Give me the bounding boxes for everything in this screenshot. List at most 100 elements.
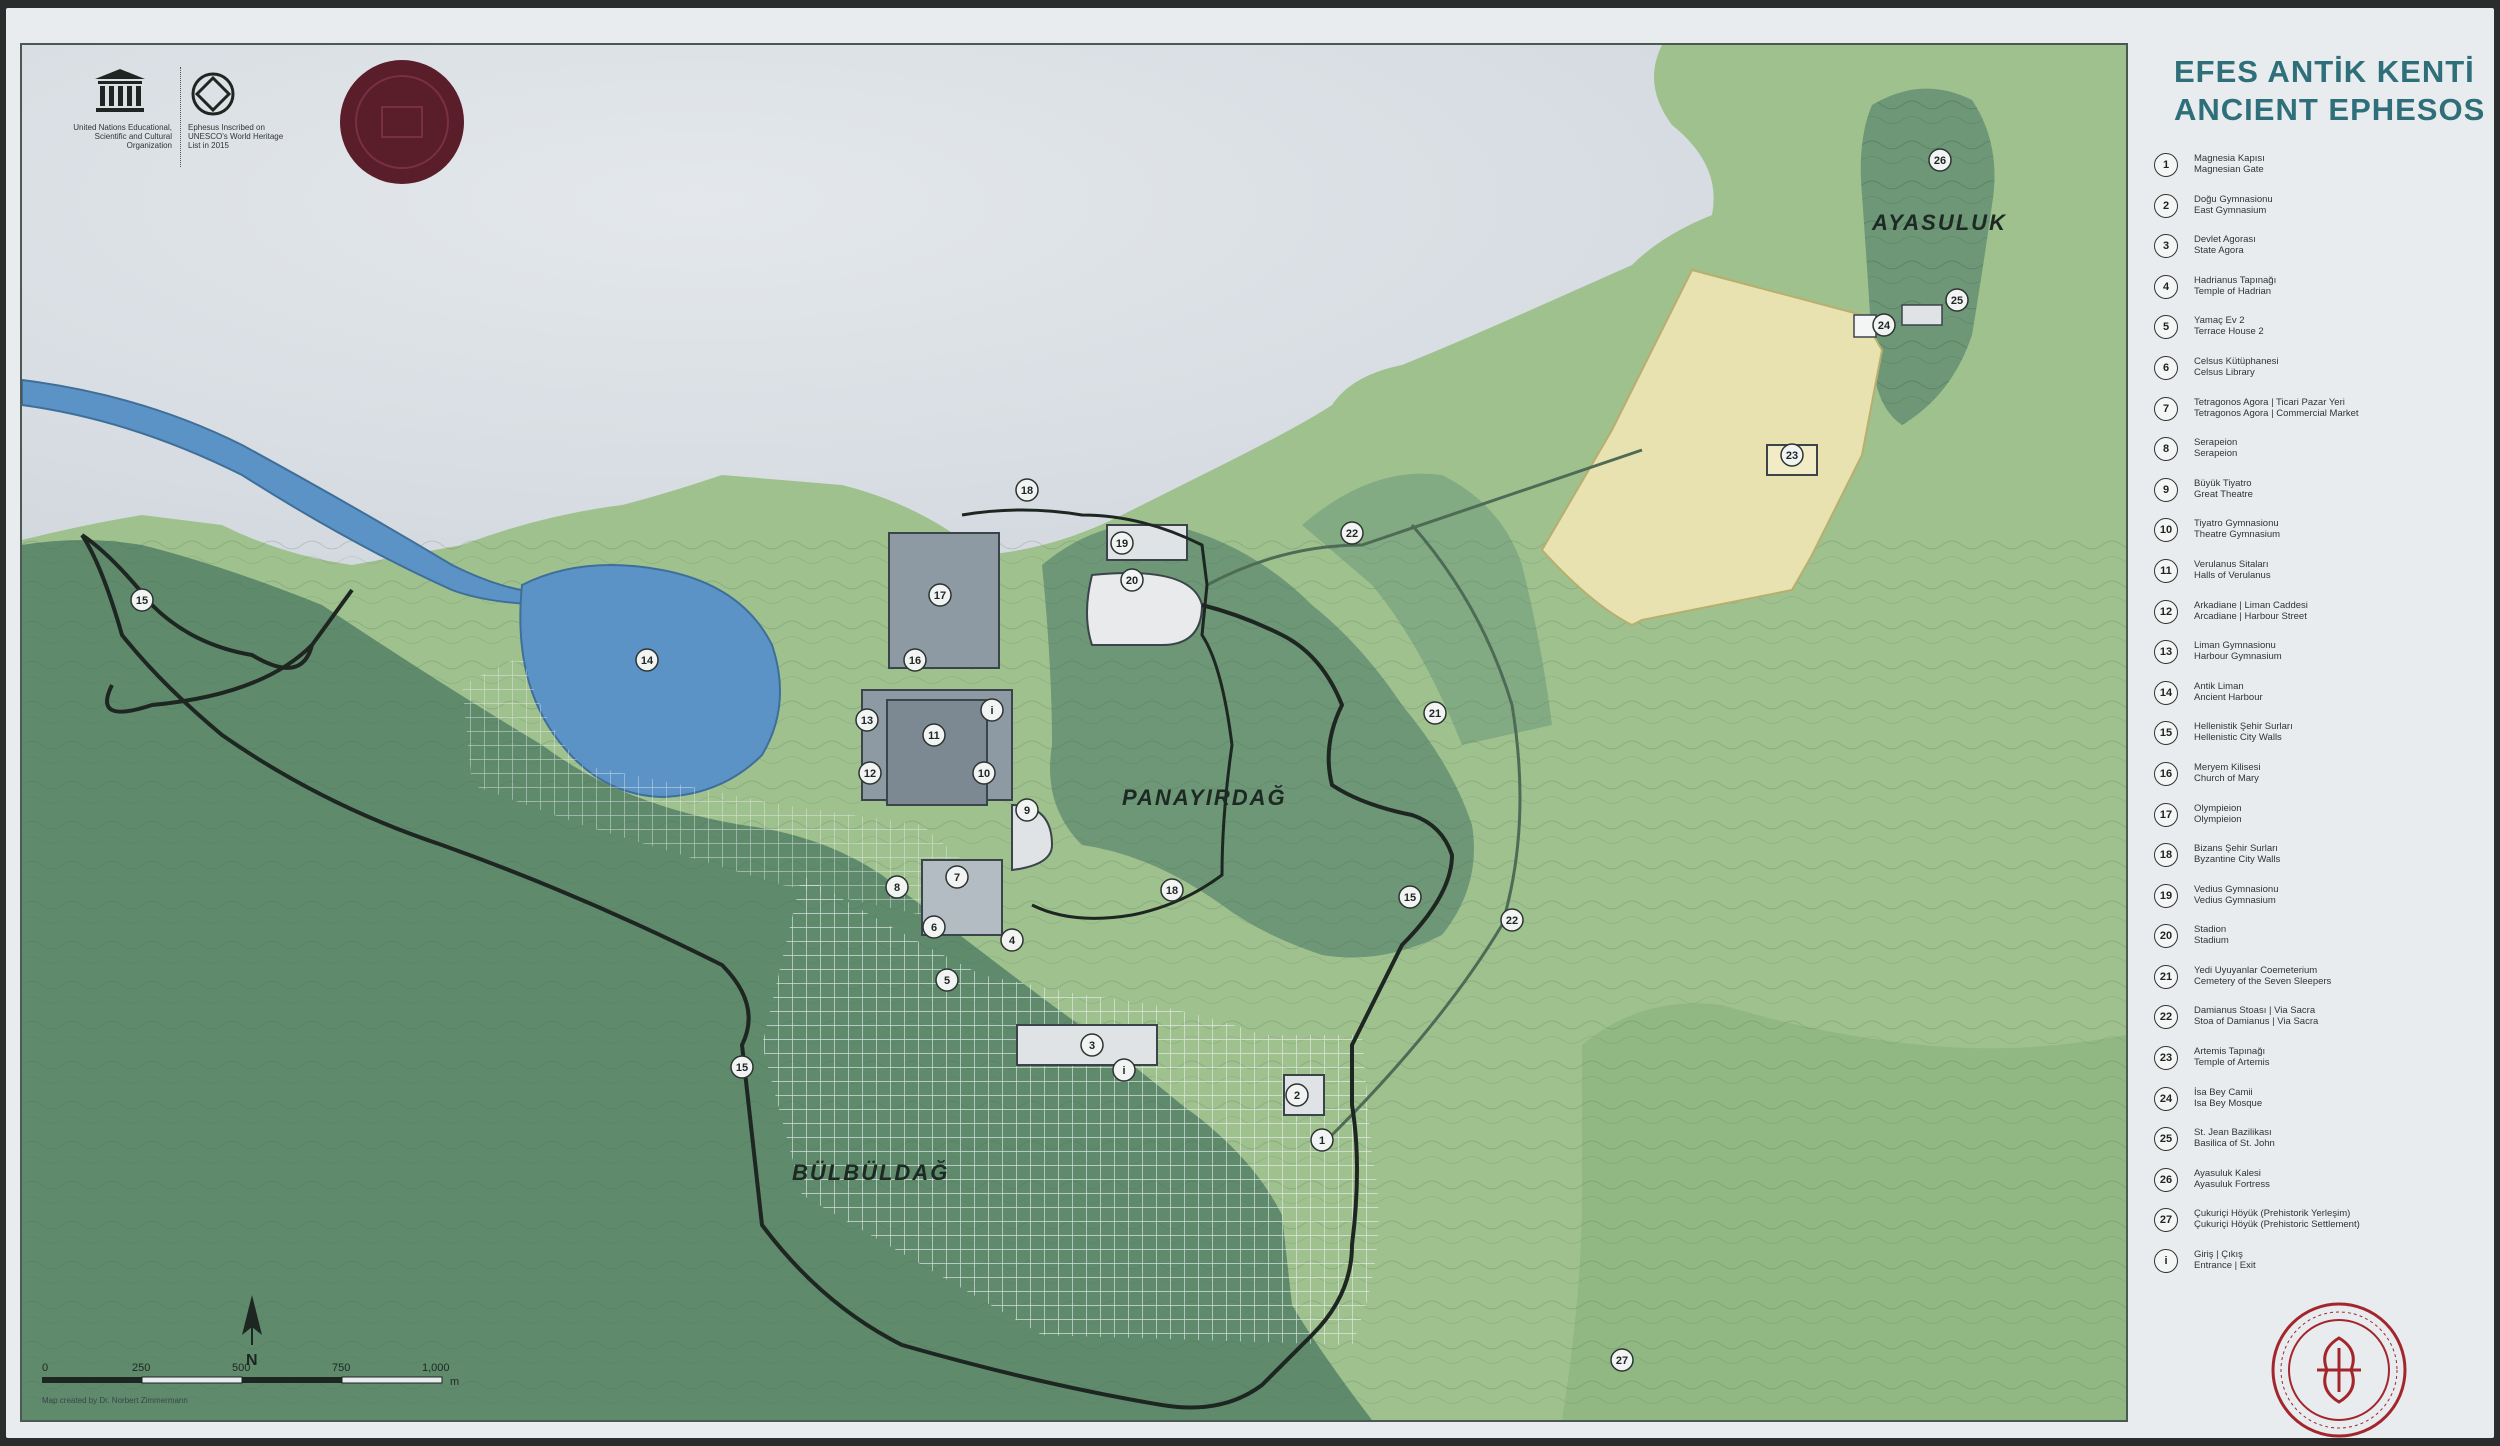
svg-text:24: 24 <box>1878 320 1891 332</box>
legend-label-turkish: Büyük Tiyatro <box>2194 477 2252 489</box>
site-marker: 5 <box>935 968 959 992</box>
scale-tick-500: 500 <box>232 1362 250 1374</box>
legend-item: 18 Bizans Şehir Surları Byzantine City Wal… <box>2154 841 2494 882</box>
scale-tick-250: 250 <box>132 1362 150 1374</box>
site-marker: 17 <box>928 583 952 607</box>
site-marker: 15 <box>730 1055 754 1079</box>
whc-caption: Ephesus Inscribed on UNESCO's World Heri… <box>188 123 284 150</box>
svg-text:15: 15 <box>136 595 148 607</box>
svg-text:23: 23 <box>1786 450 1798 462</box>
svg-text:11: 11 <box>928 730 940 742</box>
legend-item: 20 Stadion Stadium <box>2154 922 2494 963</box>
legend-label-turkish: Olympieion <box>2194 802 2242 814</box>
site-marker: 15 <box>1398 885 1422 909</box>
legend-number-badge: 22 <box>2154 1005 2178 1030</box>
legend-number-badge: 13 <box>2154 640 2178 665</box>
legend-label-english: Temple of Hadrian <box>2194 285 2272 297</box>
legend-label-turkish: Tiyatro Gymnasionu <box>2194 518 2279 530</box>
legend-label-turkish: Devlet Agorası <box>2194 234 2256 246</box>
site-marker: 10 <box>972 761 996 785</box>
legend-item: 12 Arkadiane | Liman Caddesi Arcadiane | H… <box>2154 598 2494 639</box>
unesco-logo-icon <box>90 67 150 117</box>
legend-number-badge: 18 <box>2154 843 2178 868</box>
svg-text:14: 14 <box>641 655 654 667</box>
map-canvas: AYASULUK PANAYIRDAĞ BÜLBÜLDAĞ 2625242322… <box>22 45 2126 1420</box>
legend-label-turkish: Giriş | Çıkış <box>2194 1249 2243 1261</box>
legend-label-turkish: Damianus Stoası | Via Sacra <box>2194 1005 2316 1017</box>
scale-tick-1000: 1,000 <box>422 1362 450 1374</box>
legend-label-english: Theatre Gymnasium <box>2194 529 2281 541</box>
legend-label-english: Byzantine City Walls <box>2194 854 2281 866</box>
halls-of-verulanus-building <box>886 699 988 806</box>
region-label-panayirdag: PANAYIRDAĞ <box>1122 785 1287 810</box>
legend-label-turkish: Hellenistik Şehir Surları <box>2194 721 2293 733</box>
entrance-marker: i <box>980 698 1004 722</box>
legend-label-english: Ayasuluk Fortress <box>2194 1178 2270 1190</box>
site-marker: 18 <box>1160 878 1184 902</box>
legend-label-english: Celsus Library <box>2194 366 2255 378</box>
legend-label-english: Serapeion <box>2194 448 2238 460</box>
svg-text:9: 9 <box>1024 805 1030 817</box>
legend-label-english: Entrance | Exit <box>2194 1260 2256 1272</box>
legend-item: 23 Artemis Tapınağı Temple of Artemis <box>2154 1044 2494 1085</box>
legend-number-badge: 1 <box>2154 153 2178 177</box>
legend-label-turkish: Liman Gymnasionu <box>2194 640 2276 652</box>
svg-text:22: 22 <box>1506 915 1518 927</box>
site-marker: 3 <box>1080 1033 1104 1057</box>
svg-text:17: 17 <box>934 590 946 602</box>
legend-item: 16 Meryem Kilisesi Church of Mary <box>2154 760 2494 801</box>
legend-item: 14 Antik Liman Ancient Harbour <box>2154 679 2494 720</box>
svg-text:18: 18 <box>1021 485 1033 497</box>
legend-label-english: Stadium <box>2194 935 2229 947</box>
legend-item: 4 Hadrianus Tapınağı Temple of Hadrian <box>2154 273 2494 314</box>
site-marker: 7 <box>945 865 969 889</box>
site-marker: 1 <box>1310 1128 1334 1152</box>
svg-text:20: 20 <box>1126 575 1138 587</box>
scale-unit: m <box>450 1376 459 1388</box>
st-john-basilica-building <box>1901 304 1943 326</box>
legend-label-english: Hellenistic City Walls <box>2194 732 2282 744</box>
title-turkish: EFES ANTİK KENTİ <box>2174 54 2475 89</box>
site-marker: 15 <box>130 588 154 612</box>
legend-item: 13 Liman Gymnasionu Harbour Gymnasium <box>2154 638 2494 679</box>
svg-text:21: 21 <box>1429 708 1441 720</box>
svg-text:15: 15 <box>1404 892 1416 904</box>
legend-label-english: East Gymnasium <box>2194 204 2267 216</box>
site-map: AYASULUK PANAYIRDAĞ BÜLBÜLDAĞ 26 25 24 23 22… <box>20 43 2128 1422</box>
svg-text:2: 2 <box>1294 1090 1300 1102</box>
legend-label-turkish: Çukuriçi Höyük (Prehistorik Yerleşim) <box>2194 1208 2351 1220</box>
legend-item: 25 St. Jean Bazilikası Basilica of St. Joh… <box>2154 1125 2494 1166</box>
site-marker: 20 <box>1120 568 1144 592</box>
legend-number-badge: 24 <box>2154 1086 2178 1111</box>
scale-tick-0: 0 <box>42 1362 48 1374</box>
legend-number-badge: 19 <box>2154 883 2178 908</box>
legend-label-english: Halls of Verulanus <box>2194 569 2271 581</box>
legend-number-badge: i <box>2154 1249 2178 1274</box>
scale-tick-750: 750 <box>332 1362 350 1374</box>
world-heritage-icon <box>190 71 236 117</box>
legend-number-badge: 27 <box>2154 1208 2178 1233</box>
legend-item: 1 Magnesia Kapısı Magnesian Gate <box>2154 151 2494 192</box>
svg-text:i: i <box>990 705 993 717</box>
svg-text:i: i <box>1122 1065 1125 1077</box>
legend-label-turkish: St. Jean Bazilikası <box>2194 1127 2272 1139</box>
logo-divider <box>180 67 181 167</box>
legend-item: 11 Verulanus Sitaları Halls of Verulanus <box>2154 557 2494 598</box>
site-marker: 2 <box>1285 1083 1309 1107</box>
legend-number-badge: 7 <box>2154 396 2178 421</box>
legend-number-badge: 6 <box>2154 355 2178 380</box>
legend-number-badge: 8 <box>2154 437 2178 462</box>
legend-number-badge: 3 <box>2154 234 2178 259</box>
legend-item: 22 Damianus Stoası | Via Sacra Stoa of Dam… <box>2154 1003 2494 1044</box>
site-marker: 9 <box>1015 798 1039 822</box>
legend-list: 1 Magnesia Kapısı Magnesian Gate 2 Doğu Gymn… <box>2154 151 2494 1288</box>
legend-item: 3 Devlet Agorası State Agora <box>2154 232 2494 273</box>
legend-item: 9 Büyük Tiyatro Great Theatre <box>2154 476 2494 517</box>
legend-number-badge: 26 <box>2154 1167 2178 1192</box>
legend-label-english: Stoa of Damianus | Via Sacra <box>2194 1016 2319 1028</box>
legend-label-english: Isa Bey Mosque <box>2194 1097 2263 1109</box>
svg-text:12: 12 <box>864 768 876 780</box>
svg-text:25: 25 <box>1951 295 1963 307</box>
site-marker: 27 <box>1610 1348 1634 1372</box>
legend-number-badge: 15 <box>2154 721 2178 746</box>
